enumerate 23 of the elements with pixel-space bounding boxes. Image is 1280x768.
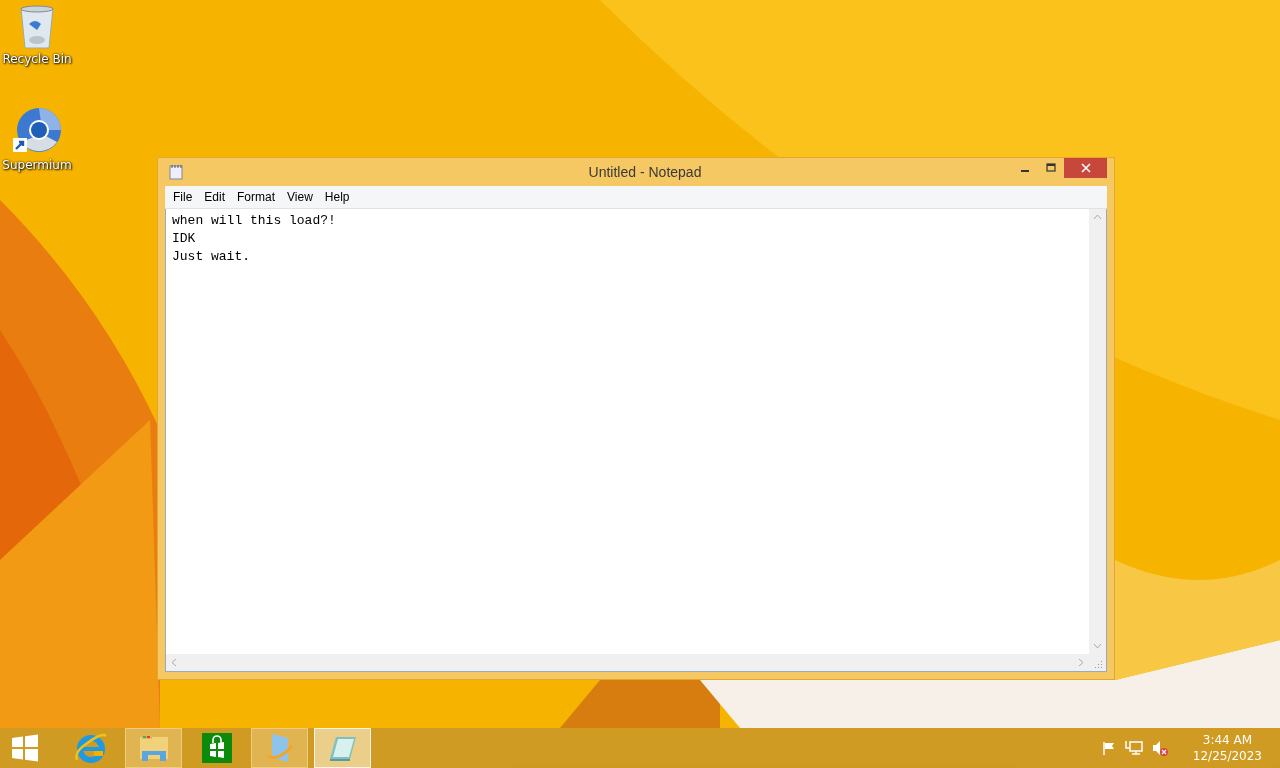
text-content: when will this load?! IDK Just wait. <box>171 212 337 266</box>
menu-item[interactable]: Help <box>318 188 356 206</box>
resize-grip-icon[interactable] <box>1093 659 1103 669</box>
recycle-bin-icon <box>17 4 57 50</box>
menu-item[interactable]: Edit <box>198 188 232 206</box>
speaker-muted-icon[interactable] <box>1150 739 1169 757</box>
flag-icon[interactable] <box>1100 740 1117 756</box>
menu-item[interactable]: View <box>281 188 319 206</box>
minimize-icon <box>1021 170 1029 172</box>
app-icon <box>265 732 294 764</box>
store-icon <box>201 733 232 763</box>
windows-logo-icon <box>11 734 39 762</box>
menu-item[interactable]: File <box>167 188 199 206</box>
network-icon[interactable] <box>1124 740 1143 756</box>
e-logo-icon <box>73 732 108 764</box>
window-title: Untitled - Notepad <box>588 164 702 180</box>
menu-item[interactable]: Format <box>231 188 282 206</box>
close-icon <box>1080 163 1091 173</box>
vertical-scrollbar[interactable] <box>1089 209 1106 654</box>
folder-icon <box>137 733 170 763</box>
notepad-icon <box>169 164 183 180</box>
maximize-icon <box>1046 163 1056 173</box>
horizontal-scrollbar[interactable] <box>166 654 1089 671</box>
